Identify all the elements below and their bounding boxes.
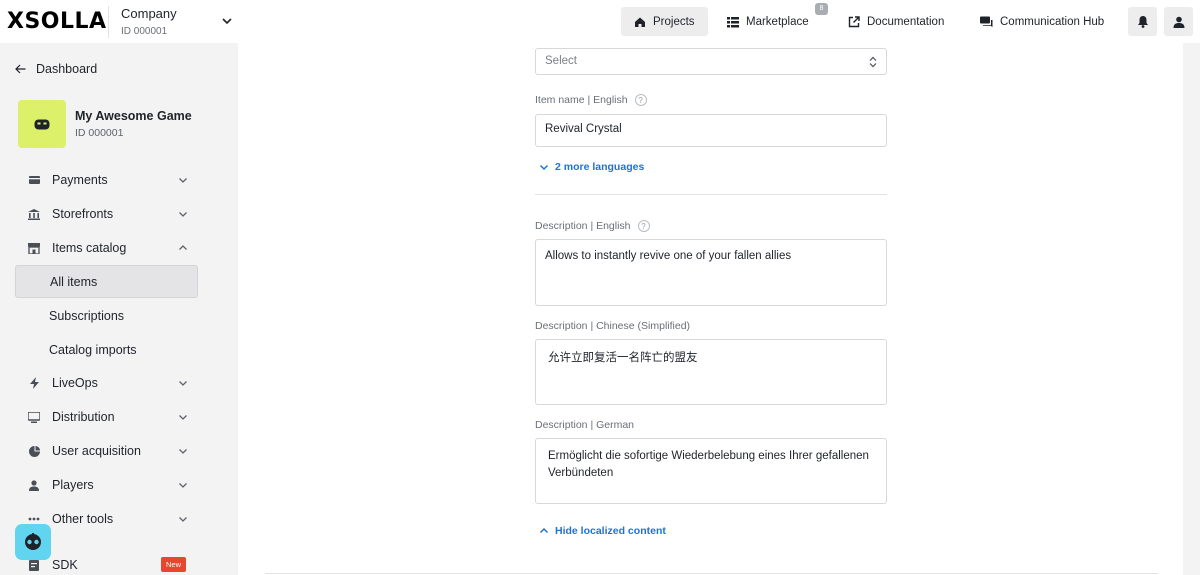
- chevron-down-icon[interactable]: [220, 14, 234, 28]
- nav-communication-hub-button[interactable]: Communication Hub: [980, 7, 1120, 36]
- sidebar-item-label: Items catalog: [52, 241, 127, 255]
- bank-icon: [27, 207, 41, 221]
- item-edit-form: Select Item name | English? Revival Crys…: [238, 43, 1183, 575]
- wallet-icon: [27, 173, 41, 187]
- chevron-down-icon: [179, 212, 187, 217]
- external-link-icon: [848, 15, 860, 27]
- company-switcher[interactable]: Company ID 000001: [121, 6, 177, 37]
- item-name-input[interactable]: Revival Crystal: [535, 114, 887, 147]
- profile-button[interactable]: [1164, 7, 1193, 36]
- chevron-down-icon: [179, 517, 187, 522]
- sidebar-item-label: SDK: [52, 558, 78, 572]
- sidebar-item-label: Payments: [52, 173, 108, 187]
- item-name-label: Item name | English?: [535, 94, 647, 106]
- description-german-textarea[interactable]: Ermöglicht die sofortige Wiederbelebung …: [535, 438, 887, 504]
- sidebar-item-label: User acquisition: [52, 444, 141, 458]
- chevron-up-icon: [179, 245, 187, 250]
- back-to-dashboard-link[interactable]: Dashboard: [15, 62, 97, 76]
- description-english-textarea[interactable]: Allows to instantly revive one of your f…: [535, 239, 887, 306]
- distribution-icon: [27, 410, 41, 424]
- chevron-down-icon: [179, 415, 187, 420]
- description-chinese-textarea[interactable]: 允许立即复活一名阵亡的盟友: [535, 339, 887, 405]
- more-languages-toggle[interactable]: 2 more languages: [539, 161, 644, 173]
- person-icon: [27, 478, 41, 492]
- sidebar-item-liveops[interactable]: LiveOps: [15, 367, 198, 399]
- nav-documentation-label: Documentation: [867, 15, 945, 28]
- back-label: Dashboard: [36, 62, 98, 76]
- lightning-icon: [27, 376, 41, 390]
- company-name: Company: [121, 6, 177, 21]
- game-name: My Awesome Game: [75, 109, 192, 123]
- arrow-left-icon: [15, 64, 26, 74]
- xsolla-logo[interactable]: XSOLLA: [7, 9, 107, 34]
- select-placeholder: Select: [545, 55, 577, 67]
- user-icon: [1173, 16, 1184, 28]
- sidebar-subitem-catalog-imports[interactable]: Catalog imports: [15, 333, 198, 366]
- sidebar-subitem-subscriptions[interactable]: Subscriptions: [15, 299, 198, 332]
- help-icon[interactable]: ?: [637, 220, 650, 232]
- company-id: ID 000001: [121, 26, 168, 37]
- chevron-down-icon: [179, 178, 187, 183]
- sidebar-item-items-catalog[interactable]: Items catalog: [15, 232, 198, 264]
- home-icon: [635, 17, 645, 27]
- sidebar-item-distribution[interactable]: Distribution: [15, 401, 198, 433]
- top-bar: XSOLLA Company ID 000001 Projects Market…: [0, 0, 1200, 43]
- sidebar-item-storefronts[interactable]: Storefronts: [15, 198, 198, 230]
- nav-documentation-button[interactable]: Documentation: [848, 7, 958, 36]
- description-german-label: Description | German: [535, 419, 635, 431]
- sdk-icon: [27, 558, 41, 572]
- sidebar-item-label: LiveOps: [52, 376, 98, 390]
- robot-icon: [25, 533, 41, 550]
- notifications-button[interactable]: [1128, 7, 1157, 36]
- support-bot-button[interactable]: [15, 524, 51, 560]
- acquisition-icon: [27, 444, 41, 458]
- sidebar-item-label: Distribution: [52, 410, 115, 424]
- new-badge: New: [161, 557, 186, 572]
- sidebar-item-label: Players: [52, 478, 94, 492]
- chevron-down-icon: [539, 164, 549, 171]
- divider: [535, 194, 887, 195]
- chevron-down-icon: [179, 381, 187, 386]
- nav-marketplace-label: Marketplace: [746, 15, 809, 28]
- sidebar-item-payments[interactable]: Payments: [15, 164, 198, 196]
- game-id: ID 000001: [75, 127, 124, 139]
- game-avatar: [18, 100, 66, 148]
- description-english-label: Description | English?: [535, 220, 650, 232]
- nav-projects-button[interactable]: Projects: [621, 7, 708, 36]
- type-select[interactable]: Select: [535, 48, 887, 75]
- sidebar-item-players[interactable]: Players: [15, 469, 198, 501]
- chevron-down-icon: [179, 449, 187, 454]
- store-icon: [27, 241, 41, 255]
- sidebar-item-label: Other tools: [52, 512, 114, 526]
- nav-projects-label: Projects: [653, 15, 695, 28]
- divider: [108, 6, 109, 38]
- marketplace-count-badge: 8: [815, 3, 828, 15]
- sidebar-subitem-all-items[interactable]: All items: [15, 265, 198, 298]
- description-chinese-label: Description | Chinese (Simplified): [535, 320, 691, 332]
- help-icon[interactable]: ?: [634, 94, 647, 106]
- sidebar-item-user-acquisition[interactable]: User acquisition: [15, 435, 198, 467]
- chevron-up-icon: [539, 527, 549, 534]
- nav-communication-hub-label: Communication Hub: [1000, 15, 1105, 28]
- nav-marketplace-button[interactable]: Marketplace: [727, 7, 822, 36]
- sidebar-item-label: Storefronts: [52, 207, 114, 221]
- grid-list-icon: [727, 16, 739, 27]
- divider: [265, 573, 1158, 574]
- chat-icon: [980, 16, 993, 27]
- select-arrows-icon: [869, 56, 877, 68]
- bell-icon: [1137, 16, 1148, 28]
- hide-localized-content-toggle[interactable]: Hide localized content: [539, 525, 666, 537]
- chevron-down-icon: [179, 483, 187, 488]
- description-chinese-value: 允许立即复活一名阵亡的盟友: [548, 350, 698, 364]
- gamepad-icon: [34, 119, 50, 129]
- sidebar: Dashboard My Awesome Game ID 000001 Paym…: [7, 43, 216, 575]
